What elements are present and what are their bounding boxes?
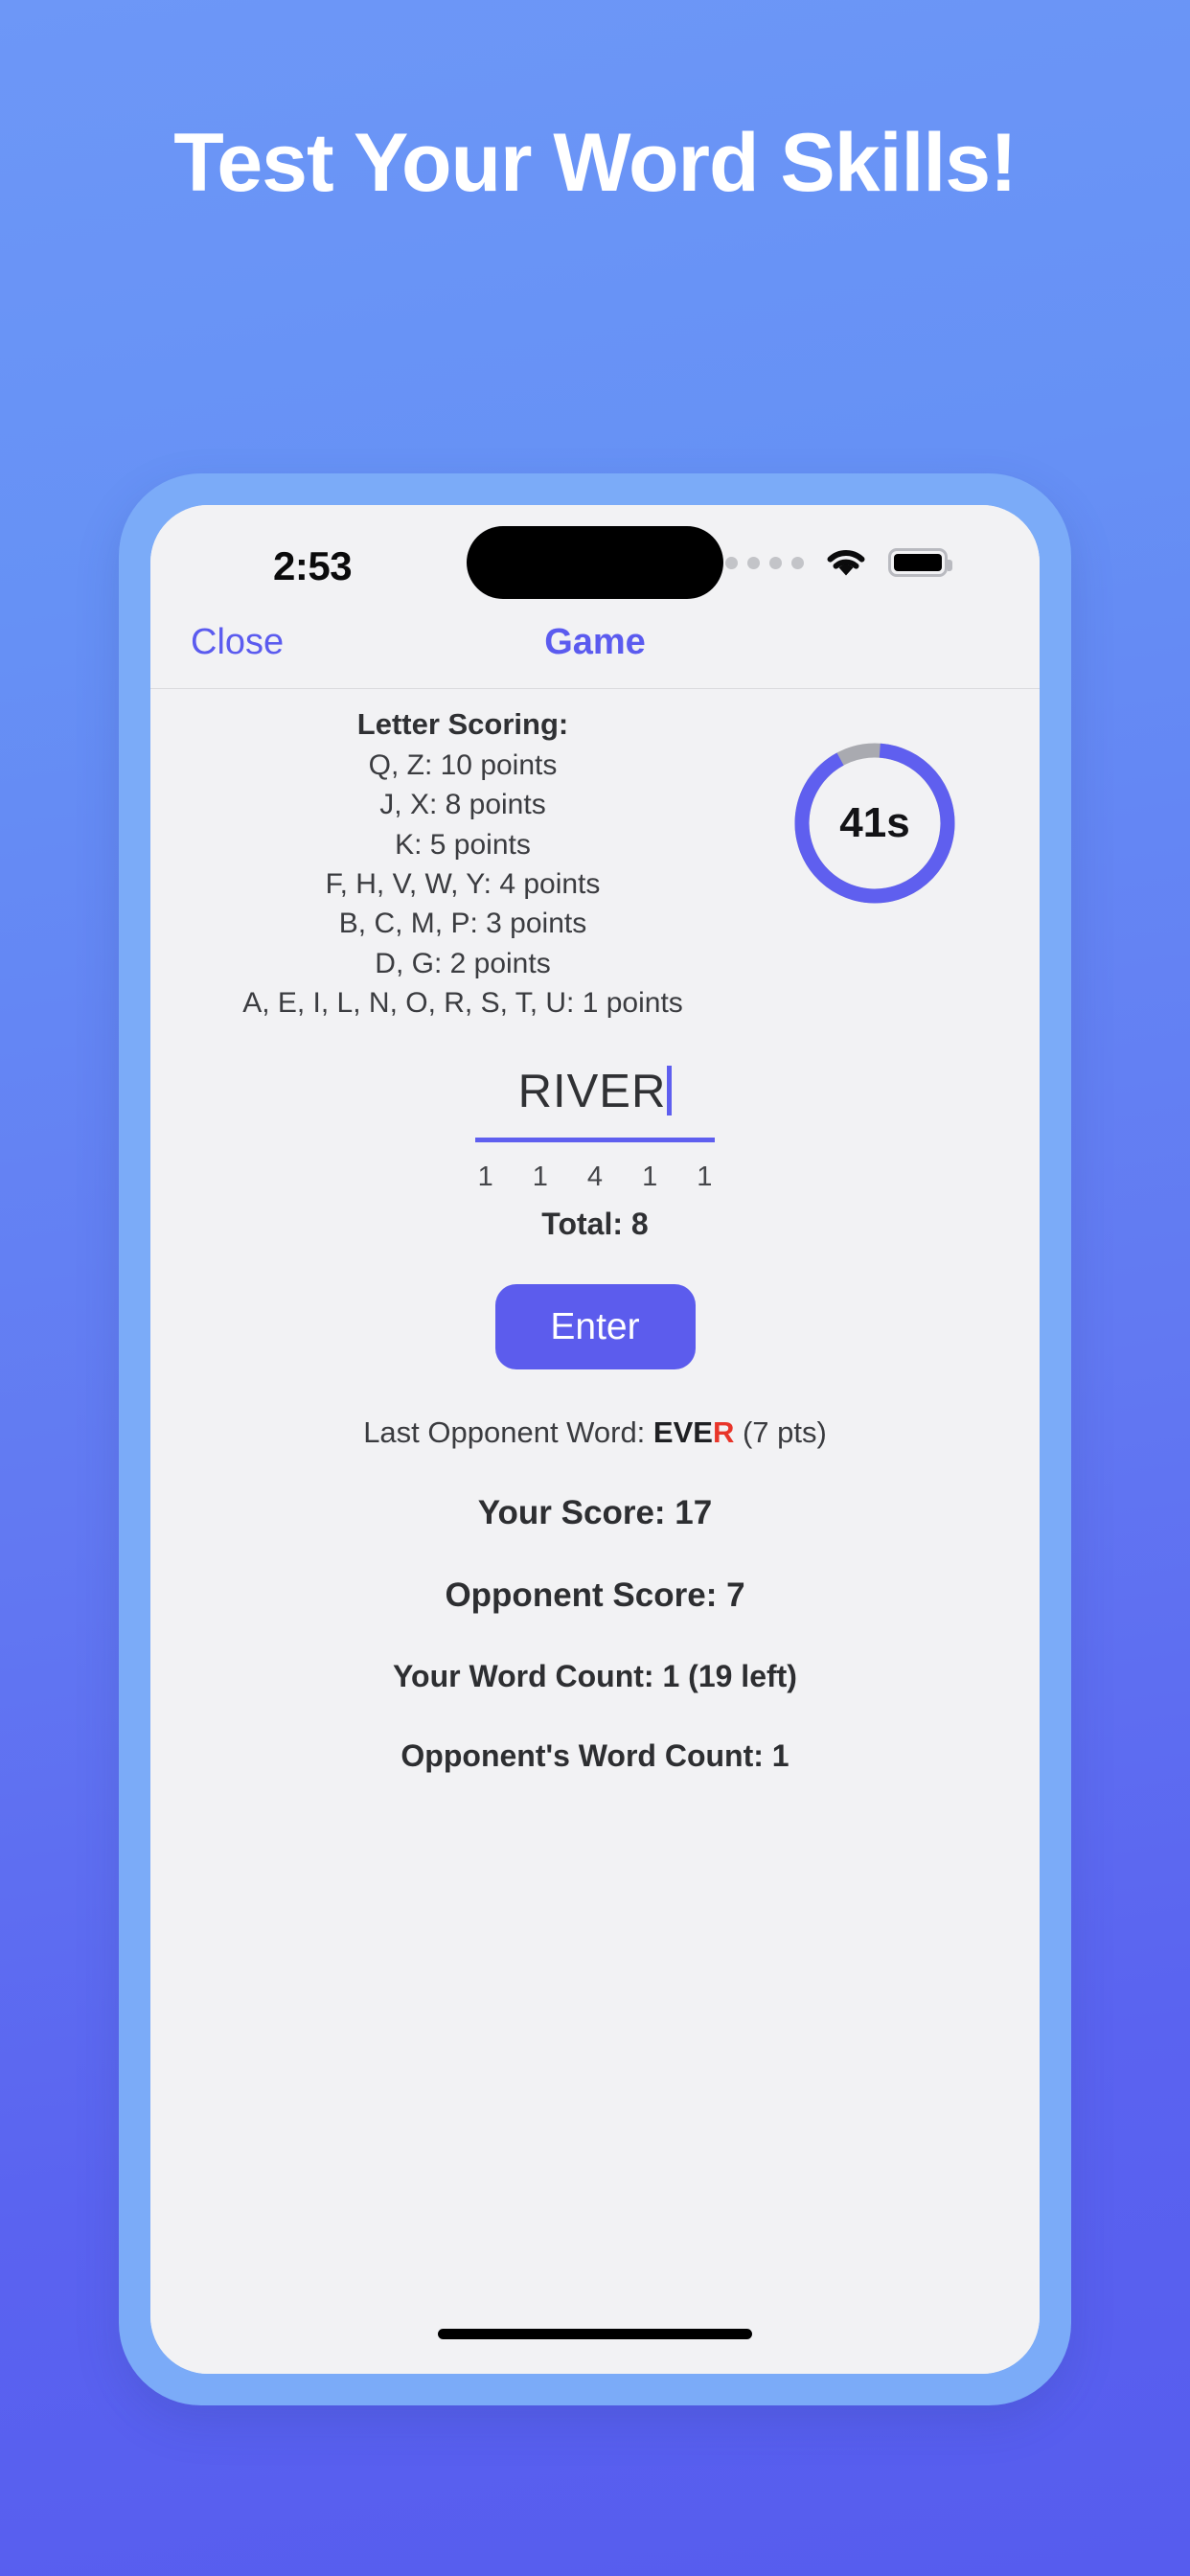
page-title: Game: [544, 622, 646, 662]
last-opponent-word-good: EVE: [652, 1415, 713, 1449]
letter-point: 1: [532, 1162, 548, 1192]
game-content: Letter Scoring: Q, Z: 10 points J, X: 8 …: [150, 689, 1040, 2374]
letter-point: 4: [586, 1162, 604, 1192]
dynamic-island: [467, 526, 723, 599]
scoring-row: Letter Scoring: Q, Z: 10 points J, X: 8 …: [150, 689, 1040, 1019]
nav-bar: Close Game: [150, 609, 1040, 689]
last-opponent-word-bad: R: [712, 1415, 735, 1449]
letter-scoring-line: Q, Z: 10 points: [368, 748, 558, 781]
phone-frame: 2:53 Close Game Letter Scoring: Q, Z: 10…: [119, 473, 1071, 2405]
letter-scoring-line: K: 5 points: [395, 828, 531, 861]
text-caret: [667, 1066, 673, 1116]
last-opponent-prefix: Last Opponent Word:: [363, 1415, 653, 1449]
status-bar-icons: [725, 547, 952, 578]
timer-seconds-label: 41s: [839, 799, 910, 846]
letter-point: 1: [697, 1162, 713, 1192]
letter-scoring-heading: Letter Scoring:: [356, 707, 569, 741]
letter-scoring-line: D, G: 2 points: [375, 947, 551, 979]
letter-point-row: 1 1 4 1 1: [150, 1162, 1040, 1193]
opponent-word-count: Opponent's Word Count: 1: [400, 1738, 790, 1773]
letter-scoring-line: B, C, M, P: 3 points: [338, 908, 587, 940]
countdown-timer: 41s: [792, 741, 957, 906]
last-opponent-points: (7 pts): [734, 1415, 827, 1449]
stats-panel: Last Opponent Word: EVER (7 pts) Your Sc…: [150, 1415, 1040, 1774]
letter-scoring-line: A, E, I, L, N, O, R, S, T, U: 1 points: [242, 987, 683, 1020]
your-score: Your Score: 17: [477, 1494, 713, 1531]
phone-screen: 2:53 Close Game Letter Scoring: Q, Z: 10…: [150, 505, 1040, 2374]
your-word-count: Your Word Count: 1 (19 left): [393, 1659, 797, 1693]
wifi-icon: [827, 550, 865, 576]
status-bar: 2:53: [150, 505, 1040, 609]
letter-point: 1: [477, 1162, 493, 1192]
letter-point: 1: [642, 1162, 658, 1192]
word-input[interactable]: RIVER: [475, 1065, 715, 1142]
word-entry-area: RIVER 1 1 4 1 1 Total: 8 Enter: [150, 1065, 1040, 1369]
home-indicator[interactable]: [438, 2329, 752, 2339]
opponent-score: Opponent Score: 7: [445, 1576, 745, 1614]
word-total-score: Total: 8: [541, 1207, 649, 1241]
word-input-value: RIVER: [517, 1066, 667, 1117]
letter-scoring-line: F, H, V, W, Y: 4 points: [325, 867, 601, 900]
status-bar-time: 2:53: [273, 543, 353, 588]
enter-button[interactable]: Enter: [494, 1284, 696, 1369]
promo-headline: Test Your Word Skills!: [173, 117, 1018, 209]
signal-dots-icon: [725, 556, 804, 569]
last-opponent-word: Last Opponent Word: EVER (7 pts): [150, 1415, 1040, 1450]
letter-scoring-line: J, X: 8 points: [379, 789, 546, 821]
letter-scoring-legend: Letter Scoring: Q, Z: 10 points J, X: 8 …: [156, 704, 769, 1024]
battery-full-icon: [888, 548, 952, 577]
